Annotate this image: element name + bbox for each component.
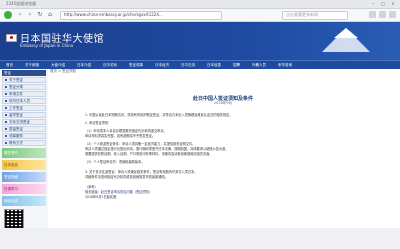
close-icon[interactable]: × bbox=[390, 1, 396, 6]
promo-banner[interactable]: 使馆动态 bbox=[2, 196, 46, 206]
forward-icon[interactable]: › bbox=[26, 11, 34, 19]
promo-banner[interactable]: 樱花季节 bbox=[2, 148, 46, 158]
article-paragraph: 2018年9月1日起实施 bbox=[85, 195, 117, 199]
browser-logo-icon bbox=[4, 11, 12, 19]
menu-item[interactable]: 日本介绍 bbox=[71, 61, 97, 69]
article-paragraph: 1. 中国公民赴日本短期访问，须持有有效护照及签证，并符合日本出入境管理及难民认… bbox=[85, 113, 233, 117]
site-menu: 首页 关于使馆 大使介绍 日本介绍 日中关系 签证领事 日本经济 日中交流 日本… bbox=[0, 60, 400, 69]
article-paragraph: （3）个人签证申请书：须使用最新版本。 bbox=[85, 160, 145, 164]
site-banner: 日本国驻华大使馆 Embassy of Japan in China bbox=[0, 22, 400, 60]
site-subtitle: Embassy of Japan in China bbox=[20, 43, 74, 48]
sidebar: 签证 关于签证 签证分类 申请文件 访问日本人员 工作签证 留学签证 文化交流签… bbox=[0, 69, 48, 249]
browser-window: 2345加速浏览器 – □ × ‹ › ↻ ⌂ http://www.china… bbox=[0, 0, 400, 249]
sidebar-item[interactable]: 联系方式 bbox=[2, 140, 46, 146]
menu-item[interactable]: 大使介绍 bbox=[45, 61, 71, 69]
menu-icon[interactable] bbox=[389, 11, 396, 18]
menu-item[interactable]: 来华咨询 bbox=[272, 61, 298, 69]
menu-item[interactable]: 招聘 bbox=[227, 61, 246, 69]
back-icon[interactable]: ‹ bbox=[16, 11, 24, 19]
sidebar-item[interactable]: 工作签证 bbox=[2, 105, 46, 111]
sidebar-item[interactable]: 文化交流签证 bbox=[2, 119, 46, 125]
article-paragraph: 2. 申请签证须知： bbox=[85, 121, 112, 125]
window-title: 2345加速浏览器 bbox=[6, 1, 37, 6]
extensions-icon[interactable] bbox=[369, 11, 376, 18]
article-paragraph: 申请人须通过指定旅行社提出申请，旅行期间须遵守日本法律，按期回国。具体要求以使馆… bbox=[85, 147, 229, 151]
maximize-icon[interactable]: □ bbox=[380, 1, 386, 6]
title-bar: 2345加速浏览器 – □ × bbox=[0, 0, 400, 9]
article-content: 赴日中国人签证须知及条件 2018年9月 1. 中国公民赴日本短期访问，须持有有… bbox=[50, 75, 396, 223]
promo-banner[interactable]: 日本旅游 bbox=[2, 160, 46, 170]
browser-toolbar: ‹ › ↻ ⌂ http://www.china-embassy.or.jp/c… bbox=[0, 9, 400, 22]
menu-item[interactable]: 日中交流 bbox=[175, 61, 201, 69]
sidebar-item[interactable]: 关于签证 bbox=[2, 77, 46, 83]
address-text: http://www.china-embassy.or.jp/chn/sgxx/… bbox=[64, 12, 163, 17]
menu-item[interactable]: 外籍人员 bbox=[246, 61, 272, 69]
sidebar-item[interactable]: 访问日本人员 bbox=[2, 98, 46, 104]
promo-banner[interactable]: 签证指南 bbox=[2, 172, 46, 182]
sidebar-item[interactable]: 留学签证 bbox=[2, 112, 46, 118]
mount-fuji-snowcap bbox=[334, 28, 358, 38]
menu-item[interactable]: 首页 bbox=[0, 61, 19, 69]
sidebar-item[interactable]: 领事服务 bbox=[2, 133, 46, 139]
minimize-icon[interactable]: – bbox=[370, 1, 376, 6]
sidebar-item[interactable]: 签证分类 bbox=[2, 84, 46, 90]
home-icon[interactable]: ⌂ bbox=[46, 11, 54, 19]
article-link[interactable]: 相关链接：赴日签证申请常见问题（签证须知） bbox=[85, 190, 375, 195]
search-input[interactable]: 点击查看更多新闻 bbox=[282, 11, 348, 20]
japan-flag-icon bbox=[6, 34, 17, 42]
window-controls: – □ × bbox=[370, 1, 396, 6]
toolbar-icons bbox=[369, 11, 396, 18]
article-paragraph: 详细条件请咨询指定代办机构或查阅使馆发布的最新通知。 bbox=[85, 175, 168, 179]
promo-banner[interactable]: 日语学习 bbox=[2, 184, 46, 194]
web-page: 日本国驻华大使馆 Embassy of Japan in China 首页 关于… bbox=[0, 22, 400, 249]
download-icon[interactable] bbox=[379, 11, 386, 18]
article-paragraph: （参考） bbox=[85, 185, 98, 189]
menu-item[interactable]: 关于使馆 bbox=[19, 61, 45, 69]
sidebar-item[interactable]: 申请文件 bbox=[2, 91, 46, 97]
article-paragraph: 申请材料须真实完整，如有虚假将不予签发签证。 bbox=[85, 134, 156, 138]
menu-item[interactable]: 签证领事 bbox=[123, 61, 149, 69]
article-paragraph: （2）个人旅游签证条件：申请人须具备一定经济能力，并提供相关证明文件。 bbox=[85, 142, 196, 146]
sidebar-item[interactable]: 居留签证 bbox=[2, 126, 46, 132]
article-paragraph: 3. 关于多次往返签证：申请人须满足相关条件，签证有效期内可多次入境日本。 bbox=[85, 170, 198, 174]
article-date: 2018年9月 bbox=[213, 101, 233, 105]
article-paragraph: 需要提供在职证明、收入证明、户口簿复印件等材料，详细内容请参阅使馆网站相关页面。 bbox=[85, 152, 213, 156]
breadcrumb[interactable]: 首页 > 签证须知 bbox=[50, 69, 76, 74]
menu-item[interactable]: 日本信息 bbox=[201, 61, 227, 69]
menu-item[interactable]: 日本经济 bbox=[149, 61, 175, 69]
article-paragraph: （1）申请须本人亲自办理或委托指定代办机构递交申请。 bbox=[85, 129, 167, 133]
address-bar[interactable]: http://www.china-embassy.or.jp/chn/sgxx/… bbox=[60, 11, 222, 20]
refresh-icon[interactable]: ↻ bbox=[36, 11, 44, 19]
page-bottom-area bbox=[0, 228, 400, 249]
sidebar-header: 签证 bbox=[2, 70, 46, 76]
menu-item[interactable]: 日中关系 bbox=[97, 61, 123, 69]
qr-code-image bbox=[4, 209, 24, 229]
search-placeholder: 点击查看更多新闻 bbox=[286, 12, 318, 17]
